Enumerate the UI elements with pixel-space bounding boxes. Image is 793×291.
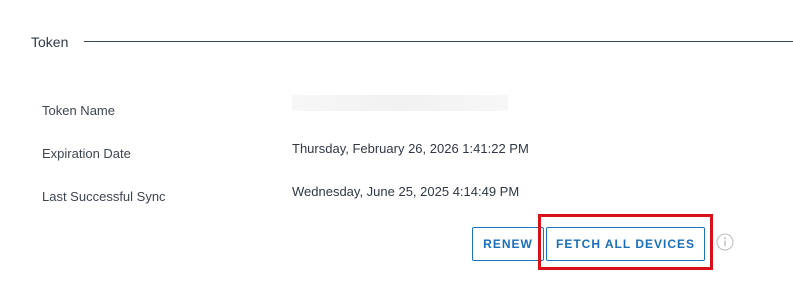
section-header: Token bbox=[31, 33, 793, 51]
token-panel: Token Token Name Expiration Date Thursda… bbox=[0, 0, 793, 291]
renew-button[interactable]: RENEW bbox=[472, 227, 544, 261]
expiration-date-value: Thursday, February 26, 2026 1:41:22 PM bbox=[292, 141, 529, 156]
token-name-value-redacted bbox=[292, 95, 508, 111]
highlight-box bbox=[538, 214, 713, 270]
section-title: Token bbox=[31, 34, 69, 50]
token-name-label: Token Name bbox=[42, 103, 115, 118]
last-sync-label: Last Successful Sync bbox=[42, 189, 166, 204]
info-icon[interactable] bbox=[716, 233, 734, 251]
section-divider bbox=[84, 41, 793, 42]
expiration-date-label: Expiration Date bbox=[42, 146, 131, 161]
last-sync-value: Wednesday, June 25, 2025 4:14:49 PM bbox=[292, 184, 520, 199]
